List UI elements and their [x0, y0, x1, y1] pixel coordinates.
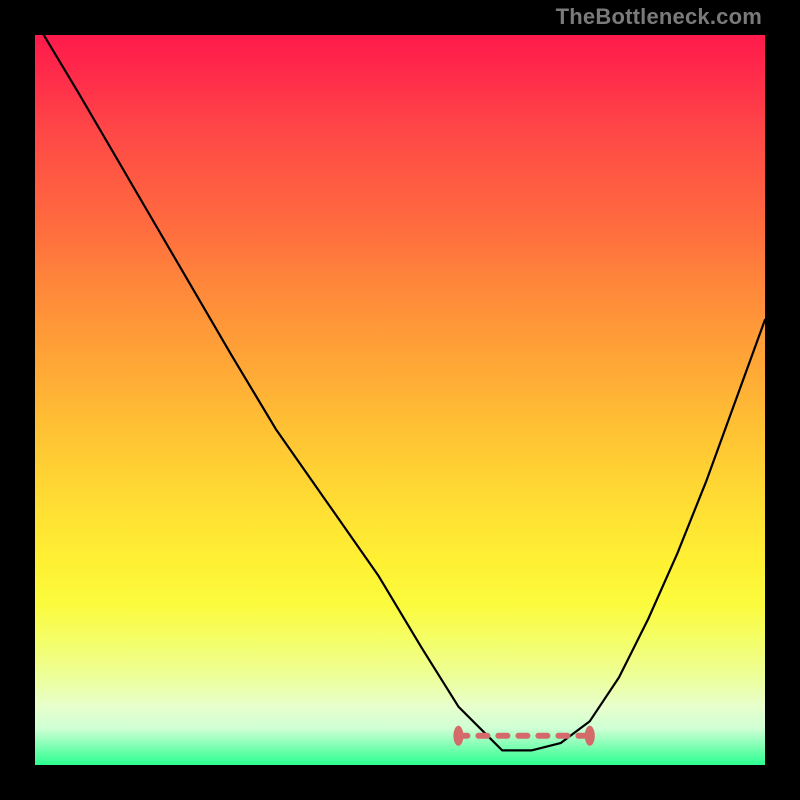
- chart-svg: [35, 35, 765, 765]
- highlight-start-marker: [453, 726, 463, 746]
- curve-path: [35, 35, 765, 750]
- plot-area: [35, 35, 765, 765]
- series-bottleneck-curve: [35, 35, 765, 750]
- highlight-end-marker: [585, 726, 595, 746]
- chart-frame: TheBottleneck.com: [0, 0, 800, 800]
- highlight-band: [453, 726, 594, 746]
- watermark-text: TheBottleneck.com: [556, 4, 762, 30]
